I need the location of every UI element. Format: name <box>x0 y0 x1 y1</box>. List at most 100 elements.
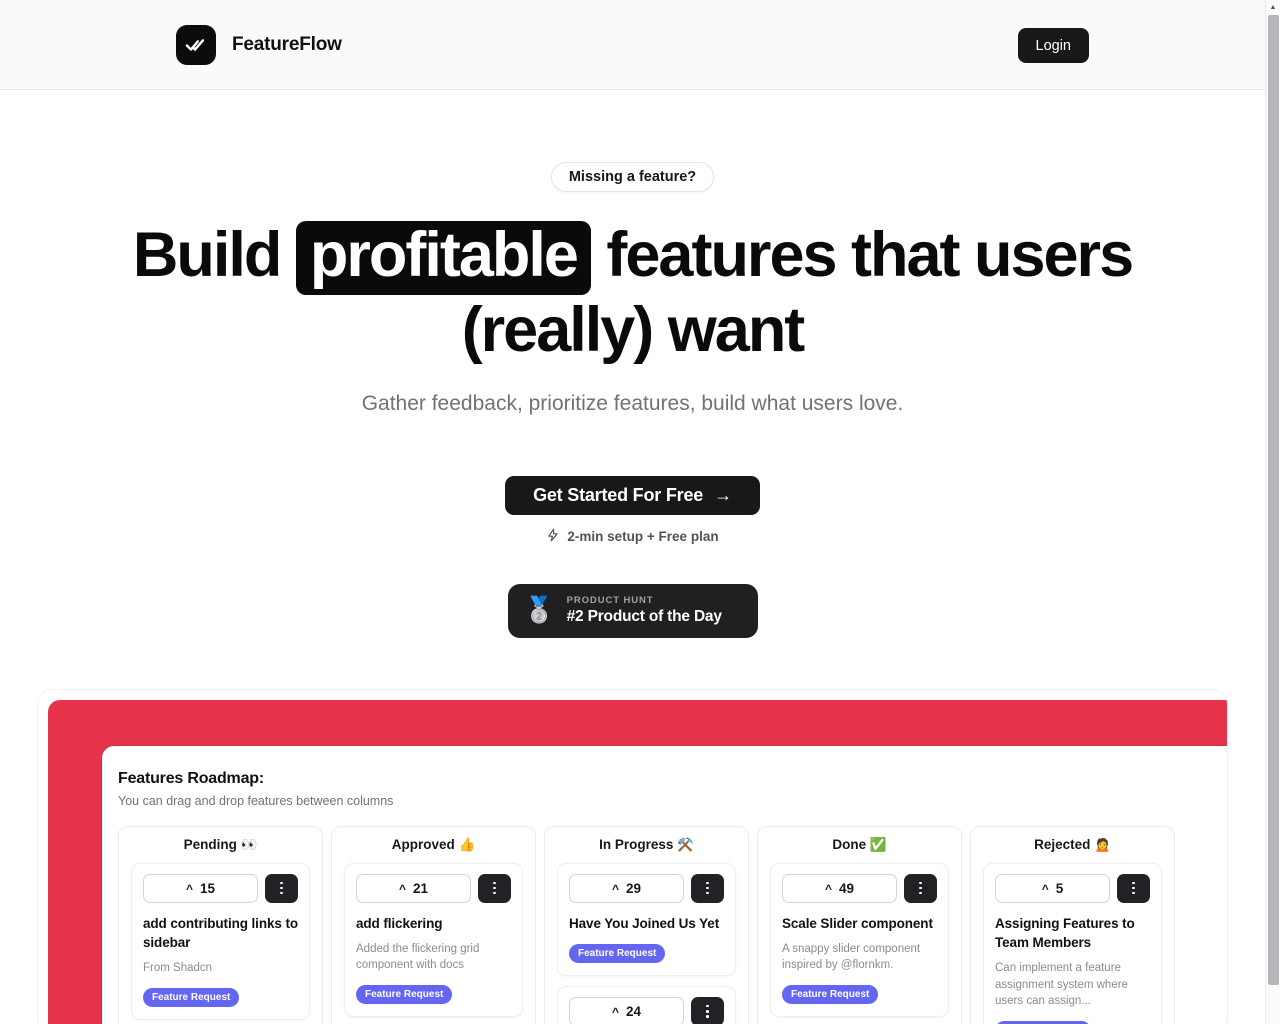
column-emoji-icon: 👍 <box>458 836 476 852</box>
card-tag-badge: Feature Request <box>143 987 240 1007</box>
chevron-up-icon: ^ <box>611 1005 619 1020</box>
column-header: In Progress ⚒️ <box>557 837 736 863</box>
column-emoji-icon: ✅ <box>869 836 887 852</box>
card-toolbar: ^ 49 <box>782 873 937 903</box>
arrow-right-icon: → <box>714 484 732 505</box>
scrollbar-thumb[interactable] <box>1268 15 1279 985</box>
card-description: A snappy slider component inspired by @f… <box>782 942 921 972</box>
board-column: Approved 👍 ^ 21 add flickering Added the fli… <box>331 825 536 1024</box>
card-toolbar: ^ 15 <box>143 873 298 903</box>
chevron-up-icon: ^ <box>185 882 193 897</box>
feature-card[interactable]: ^ 21 add flickering Added the flickering gr… <box>344 862 523 1018</box>
board-column: In Progress ⚒️ ^ 29 Have You Joined Us Yet F… <box>544 825 749 1024</box>
feature-card[interactable]: ^24fix: rename SlightFlip to <box>557 985 736 1024</box>
card-title: Scale Slider component <box>782 915 933 931</box>
headline-highlight: profitable <box>295 221 591 295</box>
card-toolbar: ^ 5 <box>995 873 1150 903</box>
feature-card[interactable]: ^ 15 add contributing links to sidebar From… <box>131 862 310 1020</box>
upvote-button[interactable]: ^ 29 <box>569 873 684 903</box>
upvote-button[interactable]: ^ 15 <box>143 873 258 903</box>
vote-count: 15 <box>199 880 216 896</box>
column-name: Pending <box>183 836 241 852</box>
product-hunt-title: #2 Product of the Day <box>566 608 722 626</box>
product-hunt-label: PRODUCT HUNT <box>566 595 654 607</box>
brand-name: FeatureFlow <box>232 33 342 55</box>
scroll-up-icon[interactable]: ▲ <box>1266 0 1280 15</box>
feature-card[interactable]: ^ 29 Have You Joined Us Yet Feature Request <box>557 862 736 976</box>
chevron-up-icon: ^ <box>1041 882 1049 897</box>
upvote-button[interactable]: ^ 21 <box>356 873 471 903</box>
double-check-icon <box>176 24 216 65</box>
board-columns: Pending 👀 ^ 15 add contributing links to si… <box>118 825 1227 1024</box>
vote-count: 24 <box>625 1003 642 1019</box>
missing-feature-badge[interactable]: Missing a feature? <box>550 162 715 192</box>
column-name: Rejected <box>1034 836 1095 852</box>
browser-viewport: FeatureFlow Login Missing a feature? Bui… <box>0 0 1280 1024</box>
column-name: Approved <box>391 836 459 852</box>
vote-count: 49 <box>838 880 855 896</box>
card-title: Have You Joined Us Yet <box>569 915 720 931</box>
feature-card[interactable]: ^ 49 Scale Slider component A snappy slider… <box>770 862 949 1018</box>
upvote-button[interactable]: ^ 49 <box>782 873 897 903</box>
chevron-up-icon: ^ <box>398 882 406 897</box>
card-description: Can implement a feature assignment syste… <box>995 961 1128 1008</box>
column-emoji-icon: 🙍 <box>1094 836 1111 852</box>
kebab-menu-icon[interactable] <box>691 873 724 903</box>
card-tag-badge: Feature Request <box>782 985 879 1005</box>
kebab-menu-icon[interactable] <box>691 996 724 1024</box>
card-tag-badge: Feature Request <box>356 985 453 1005</box>
board-column: Rejected 🙍 ^ 5 Assigning Features to Team M… <box>970 825 1175 1024</box>
column-header: Done ✅ <box>770 837 949 863</box>
page-content: FeatureFlow Login Missing a feature? Bui… <box>0 0 1265 1024</box>
kebab-menu-icon[interactable] <box>265 873 298 903</box>
cta-wrapper: Get Started For Free → 2-min setup + Fre… <box>0 475 1265 545</box>
card-toolbar: ^ 21 <box>356 873 511 903</box>
board-subtitle: You can drag and drop features between c… <box>118 793 394 808</box>
showcase-accent-panel: Features Roadmap: You can drag and drop … <box>48 699 1227 1024</box>
headline-part-1: Build <box>132 220 282 290</box>
login-button[interactable]: Login <box>1017 28 1089 63</box>
vote-count: 29 <box>625 880 642 896</box>
chevron-up-icon: ^ <box>824 882 832 897</box>
lightning-bolt-icon <box>546 528 560 545</box>
feature-card[interactable]: ^ 5 Assigning Features to Team Members Can … <box>983 862 1162 1024</box>
board-title: Features Roadmap: <box>118 769 264 787</box>
page-title: Build profitable features that users (re… <box>128 220 1138 366</box>
kebab-menu-icon[interactable] <box>904 873 937 903</box>
roadmap-showcase: Features Roadmap: You can drag and drop … <box>38 689 1227 1024</box>
kebab-menu-icon[interactable] <box>478 873 511 903</box>
card-title: Assigning Features to Team Members <box>995 915 1135 950</box>
features-board: Features Roadmap: You can drag and drop … <box>102 745 1227 1024</box>
site-header: FeatureFlow Login <box>0 0 1265 90</box>
chevron-up-icon: ^ <box>611 882 619 897</box>
cta-note: 2-min setup + Free plan <box>0 528 1265 545</box>
column-emoji-icon: 👀 <box>240 836 258 852</box>
silver-medal-icon: 🥈 <box>523 596 555 625</box>
upvote-button[interactable]: ^ 24 <box>569 996 684 1024</box>
card-title: add contributing links to sidebar <box>143 915 298 950</box>
column-header: Rejected 🙍 <box>983 837 1162 863</box>
card-toolbar: ^ 24 <box>569 996 724 1024</box>
kebab-menu-icon[interactable] <box>1117 873 1150 903</box>
brand[interactable]: FeatureFlow <box>176 24 342 65</box>
card-description: Added the flickering grid component with… <box>356 942 480 972</box>
card-title: add flickering <box>356 915 443 931</box>
product-hunt-text: PRODUCT HUNT #2 Product of the Day <box>567 595 722 626</box>
card-description: From Shadcn <box>143 961 213 974</box>
board-column: Pending 👀 ^ 15 add contributing links to si… <box>118 825 323 1024</box>
column-name: In Progress <box>599 836 678 852</box>
column-emoji-icon: ⚒️ <box>677 836 694 852</box>
card-tag-badge: Feature Request <box>569 943 666 963</box>
hero-section: Missing a feature? Build profitable feat… <box>0 90 1265 638</box>
board-column: Done ✅ ^ 49 Scale Slider component A snappy … <box>757 825 962 1024</box>
column-header: Pending 👀 <box>131 837 310 863</box>
vote-count: 5 <box>1055 880 1064 896</box>
column-header: Approved 👍 <box>344 837 523 863</box>
hero-subtitle: Gather feedback, prioritize features, bu… <box>361 391 904 415</box>
page-scrollbar[interactable]: ▲ <box>1265 0 1280 1024</box>
cta-note-text: 2-min setup + Free plan <box>567 528 719 544</box>
column-name: Done <box>832 836 870 852</box>
upvote-button[interactable]: ^ 5 <box>995 873 1110 903</box>
get-started-button[interactable]: Get Started For Free → <box>505 475 760 515</box>
product-hunt-badge[interactable]: 🥈 PRODUCT HUNT #2 Product of the Day <box>507 583 758 638</box>
